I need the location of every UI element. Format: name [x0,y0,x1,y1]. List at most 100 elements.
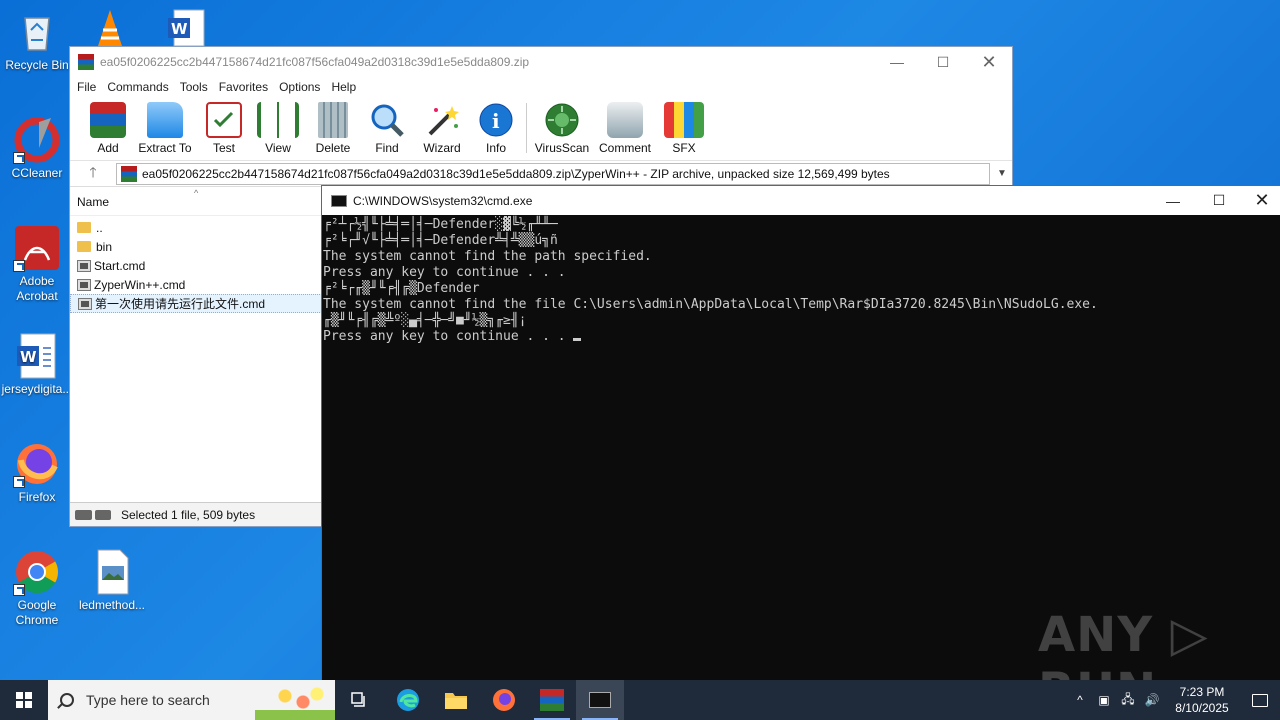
taskbar-clock[interactable]: 7:23 PM 8/10/2025 [1164,684,1240,716]
console-output[interactable]: ╒²┴┌½╣╙├╧╡═│╡─Defender░▓╚½╓╨╨─ ╒²╘┌╜√╙├╧╡… [322,215,1280,345]
delete-button[interactable]: Delete [306,97,360,155]
find-button[interactable]: Find [360,97,414,155]
cmd-title: C:\WINDOWS\system32\cmd.exe [353,193,533,208]
cmd-app-icon [331,194,347,207]
book-icon [257,102,299,138]
image-file-icon [88,548,136,596]
maximize-button[interactable]: ☐ [920,47,966,77]
sort-ascending-icon: ^ [194,188,199,198]
wizard-button[interactable]: Wizard [414,97,470,155]
menu-commands[interactable]: Commands [107,80,176,94]
menu-file[interactable]: File [77,80,104,94]
view-button[interactable]: View [250,97,306,155]
text-cursor [573,338,582,341]
up-arrow-icon[interactable]: 🡑 [70,162,116,186]
desktop-icon-label: Adobe Acrobat [16,274,58,303]
console-line: ╒²┴┌½╣╙├╧╡═│╡─Defender░▓╚½╓╨╨─ [323,217,558,232]
taskbar-cmd[interactable] [576,680,624,720]
firefox-icon [13,440,61,488]
start-button[interactable] [0,680,48,720]
virus-scan-icon [544,102,580,138]
folder-icon [77,222,91,233]
desktop-icon-label: ledmethod... [78,598,146,612]
close-button[interactable]: ✕ [966,47,1012,77]
svg-text:i: i [492,109,500,133]
file-row-bin[interactable]: bin [70,237,322,256]
taskbar: Type here to search ^ ▣ 🖧 🔊 7:23 PM 8/10… [0,680,1280,720]
desktop-icon-google-chrome[interactable]: Google Chrome [1,548,73,628]
toolbar: Add Extract To Test View Delete Find Wiz… [70,97,1012,161]
cmd-titlebar[interactable]: C:\WINDOWS\system32\cmd.exe — ☐ ✕ [322,186,1280,215]
shortcut-arrow-icon [13,260,25,272]
desktop-icon-label: Google Chrome [15,598,59,627]
menu-favorites[interactable]: Favorites [219,80,276,94]
desktop-icon-image-file[interactable]: ledmethod... [76,548,148,613]
taskbar-file-explorer[interactable] [432,680,480,720]
windows-logo-icon [16,692,32,708]
file-row-parent[interactable]: .. [70,218,322,237]
search-placeholder: Type here to search [86,692,210,708]
notification-button[interactable] [1240,693,1280,707]
shortcut-arrow-icon [13,584,25,596]
extract-to-button[interactable]: Extract To [132,97,198,155]
task-view-button[interactable] [336,680,384,720]
add-button[interactable]: Add [84,97,132,155]
shortcut-arrow-icon [13,152,25,164]
test-button[interactable]: Test [198,97,250,155]
info-button[interactable]: i Info [470,97,522,155]
file-row-zyperwin-cmd[interactable]: ZyperWin++.cmd [70,275,322,294]
menu-tools[interactable]: Tools [180,80,216,94]
file-row-selected[interactable]: 第一次使用请先运行此文件.cmd [70,294,322,313]
desktop-icon-recycle-bin[interactable]: Recycle Bin [1,8,73,73]
volume-icon[interactable]: 🔊 [1140,693,1164,707]
shortcut-arrow-icon [13,476,25,488]
status-text: Selected 1 file, 509 bytes [121,507,256,522]
column-header-name[interactable]: Name ^ [70,188,322,216]
menu-help[interactable]: Help [331,80,364,94]
clock-date: 8/10/2025 [1175,701,1229,715]
taskbar-edge[interactable] [384,680,432,720]
desktop-icon-label: jerseydigita... [1,382,73,396]
console-line: Press any key to continue . . . [323,265,566,280]
window-title: ea05f0206225cc2b447158674d21fc087f56cfa0… [100,55,530,69]
word-document-icon: W [13,332,61,380]
close-button[interactable]: ✕ [1242,186,1280,216]
menu-options[interactable]: Options [279,80,328,94]
cmd-file-icon [77,259,91,272]
network-icon[interactable]: ▣ [1092,693,1116,707]
sfx-button[interactable]: SFX [657,97,711,155]
minimize-button[interactable]: — [1150,186,1196,216]
cmd-icon [589,692,611,708]
file-list: Name ^ .. bin Start.cmd ZyperWin++.cmd 第… [70,188,322,502]
chevron-up-icon[interactable]: ^ [1068,693,1092,707]
chrome-icon [13,548,61,596]
folder-icon [445,693,467,709]
winrar-titlebar[interactable]: ea05f0206225cc2b447158674d21fc087f56cfa0… [70,47,1012,77]
edge-icon [397,689,419,711]
taskbar-winrar[interactable] [528,680,576,720]
notification-icon [1252,693,1268,707]
sfx-icon [664,102,704,138]
console-line: Press any key to continue . . . [323,329,574,344]
archive-path-field[interactable]: ea05f0206225cc2b447158674d21fc087f56cfa0… [116,162,990,185]
ethernet-icon[interactable]: 🖧 [1116,690,1140,711]
desktop-icon-ccleaner[interactable]: CCleaner [1,116,73,181]
word-icon: W [166,8,206,47]
comment-button[interactable]: Comment [593,97,657,155]
file-row-start-cmd[interactable]: Start.cmd [70,256,322,275]
minimize-button[interactable]: — [874,47,920,77]
winrar-app-icon [78,54,94,70]
desktop-icon-firefox[interactable]: Firefox [1,440,73,505]
console-line: ╒²╘┌╓▒╜╙╒╢╔▒Defender [323,281,480,296]
maximize-button[interactable]: ☐ [1196,186,1242,216]
virusscan-button[interactable]: VirusScan [531,97,593,155]
svg-text:W: W [20,348,37,366]
desktop-icon-word-document[interactable]: W jerseydigita... [1,332,73,397]
desktop-icon-adobe-acrobat[interactable]: Adobe Acrobat [1,224,73,304]
vlc-icon [92,6,128,46]
chevron-down-icon[interactable]: ▼ [992,168,1012,179]
folder-extract-icon [147,102,183,138]
system-tray: ^ ▣ 🖧 🔊 7:23 PM 8/10/2025 [1068,680,1280,720]
taskbar-search-box[interactable]: Type here to search [48,680,335,720]
taskbar-firefox[interactable] [480,680,528,720]
